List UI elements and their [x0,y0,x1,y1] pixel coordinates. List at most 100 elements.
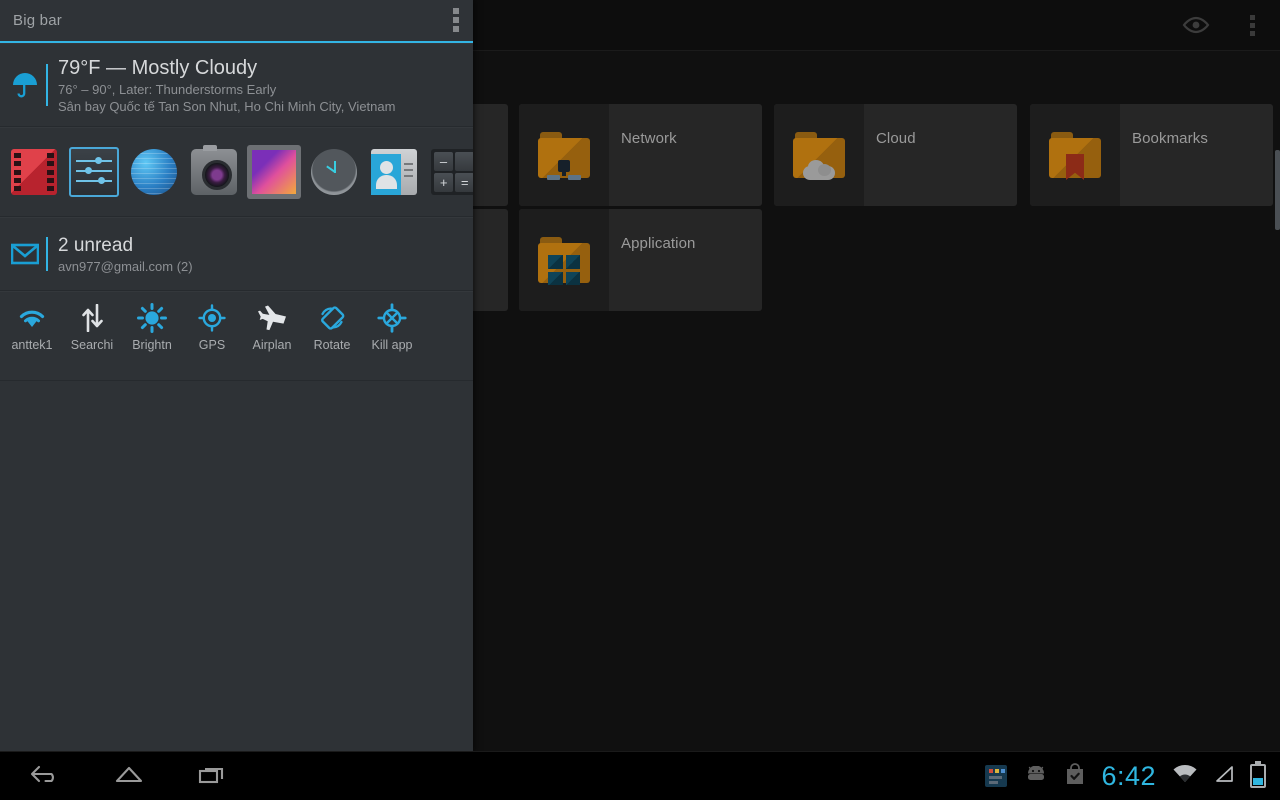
folder-bookmarks-icon [1049,132,1101,178]
camera-app-icon [191,149,237,195]
airplane-icon [256,302,288,334]
home-button[interactable] [106,756,152,796]
toggle-label: Brightn [132,338,172,352]
rotate-icon [317,302,347,334]
back-icon [28,763,62,790]
toggle-airplane[interactable]: Airplan [242,302,302,352]
tile-label: Network [621,130,677,147]
settings-app-icon [69,147,119,197]
weather-widget[interactable]: 79°F — Mostly Cloudy 76° – 90°, Later: T… [0,43,473,127]
calc-minus-key: – [434,152,453,171]
calculator-app-button[interactable]: – + = [424,142,473,202]
clock-app-icon [311,149,357,195]
toggle-rotate[interactable]: Rotate [302,302,362,352]
page-title: Big bar [0,12,62,29]
sync-arrows-icon [79,302,105,334]
tile-application[interactable]: Application [519,209,762,311]
gallery-app-icon [247,145,301,199]
folder-application-icon [538,237,590,283]
system-navigation-bar: 6:42 [0,751,1280,800]
back-button[interactable] [22,756,68,796]
movie-app-icon [11,149,57,195]
overflow-menu-icon [1250,15,1255,36]
panel-header: Big bar [0,0,473,43]
visibility-toggle-button[interactable] [1168,0,1224,50]
app-notification-icon[interactable] [985,765,1007,787]
folder-network-icon [538,132,590,178]
accent-divider [46,237,48,271]
clock-app-button[interactable] [304,142,364,202]
tile-cloud[interactable]: Cloud [774,104,1017,206]
toggle-label: GPS [199,338,225,352]
scrollbar-thumb[interactable] [1275,150,1280,230]
folder-cloud-icon [793,132,845,178]
email-account: avn977@gmail.com (2) [58,258,193,275]
weather-temperature: 79°F — Mostly Cloudy [58,55,395,81]
calc-equals-key: = [455,173,473,192]
tile-label: Cloud [876,130,916,147]
panel-overflow-menu-icon[interactable] [453,8,459,32]
toggle-label: Rotate [314,338,351,352]
tile-label: Application [621,235,695,252]
wifi-icon [16,302,48,334]
tile-bookmarks[interactable]: Bookmarks [1030,104,1273,206]
email-unread-count: 2 unread [58,234,193,258]
overflow-menu-button[interactable] [1224,0,1280,50]
status-icons[interactable]: 6:42 [985,763,1280,790]
signal-icon [1214,765,1234,788]
nav-buttons [0,756,236,796]
toggle-brightness[interactable]: Brightn [122,302,182,352]
email-notification[interactable]: 2 unread avn977@gmail.com (2) [0,217,473,291]
contacts-app-icon [371,149,417,195]
grid-scrollbar[interactable] [1275,0,1280,752]
eye-icon [1181,16,1211,34]
wifi-icon [1172,764,1198,789]
umbrella-icon [8,70,42,100]
toggle-sync[interactable]: Searchi [62,302,122,352]
android-robot-icon [1023,766,1049,787]
folder-icon-wrap [519,209,609,311]
toggle-label: anttek1 [11,338,52,352]
browser-app-icon [131,149,177,195]
tile-label-wrap: Network [609,104,762,206]
battery-icon [1250,764,1266,788]
folder-icon-wrap [1030,104,1120,206]
toggle-label: Searchi [71,338,113,352]
movie-app-button[interactable] [4,142,64,202]
email-icon [8,243,42,265]
tile-label-wrap: Cloud [864,104,1017,206]
accent-divider [46,64,48,106]
camera-app-button[interactable] [184,142,244,202]
weather-forecast: 76° – 90°, Later: Thunderstorms Early [58,81,395,98]
quick-toggle-row: anttek1 Searchi [0,291,473,381]
recents-button[interactable] [190,756,236,796]
contacts-app-button[interactable] [364,142,424,202]
folder-icon-wrap [519,104,609,206]
browser-app-button[interactable] [124,142,184,202]
brightness-icon [137,302,167,334]
weather-text: 79°F — Mostly Cloudy 76° – 90°, Later: T… [58,55,395,115]
kill-app-icon [377,302,407,334]
gallery-app-button[interactable] [244,142,304,202]
play-store-icon [1065,763,1085,790]
toggle-wifi[interactable]: anttek1 [2,302,62,352]
status-clock[interactable]: 6:42 [1101,763,1156,790]
toggle-kill-app[interactable]: Kill app [362,302,422,352]
home-icon [112,763,146,790]
email-text: 2 unread avn977@gmail.com (2) [58,234,193,275]
folder-icon-wrap [774,104,864,206]
toggle-gps[interactable]: GPS [182,302,242,352]
tile-label-wrap: Bookmarks [1120,104,1273,206]
tablet-screen: Network Cloud [0,0,1280,800]
gps-icon [198,302,226,334]
calc-plus-key: + [434,173,453,192]
tile-label-wrap: Application [609,209,762,311]
weather-location: Sân bay Quốc tế Tan Son Nhut, Ho Chi Min… [58,98,395,115]
calculator-app-icon: – + = [431,149,473,195]
big-bar-panel: Big bar 79°F — Mostly Cloudy 76° – 90°, … [0,0,473,752]
tile-label: Bookmarks [1132,130,1208,147]
app-shortcut-row: – + = [0,127,473,217]
toggle-label: Kill app [372,338,413,352]
settings-app-button[interactable] [64,142,124,202]
tile-network[interactable]: Network [519,104,762,206]
